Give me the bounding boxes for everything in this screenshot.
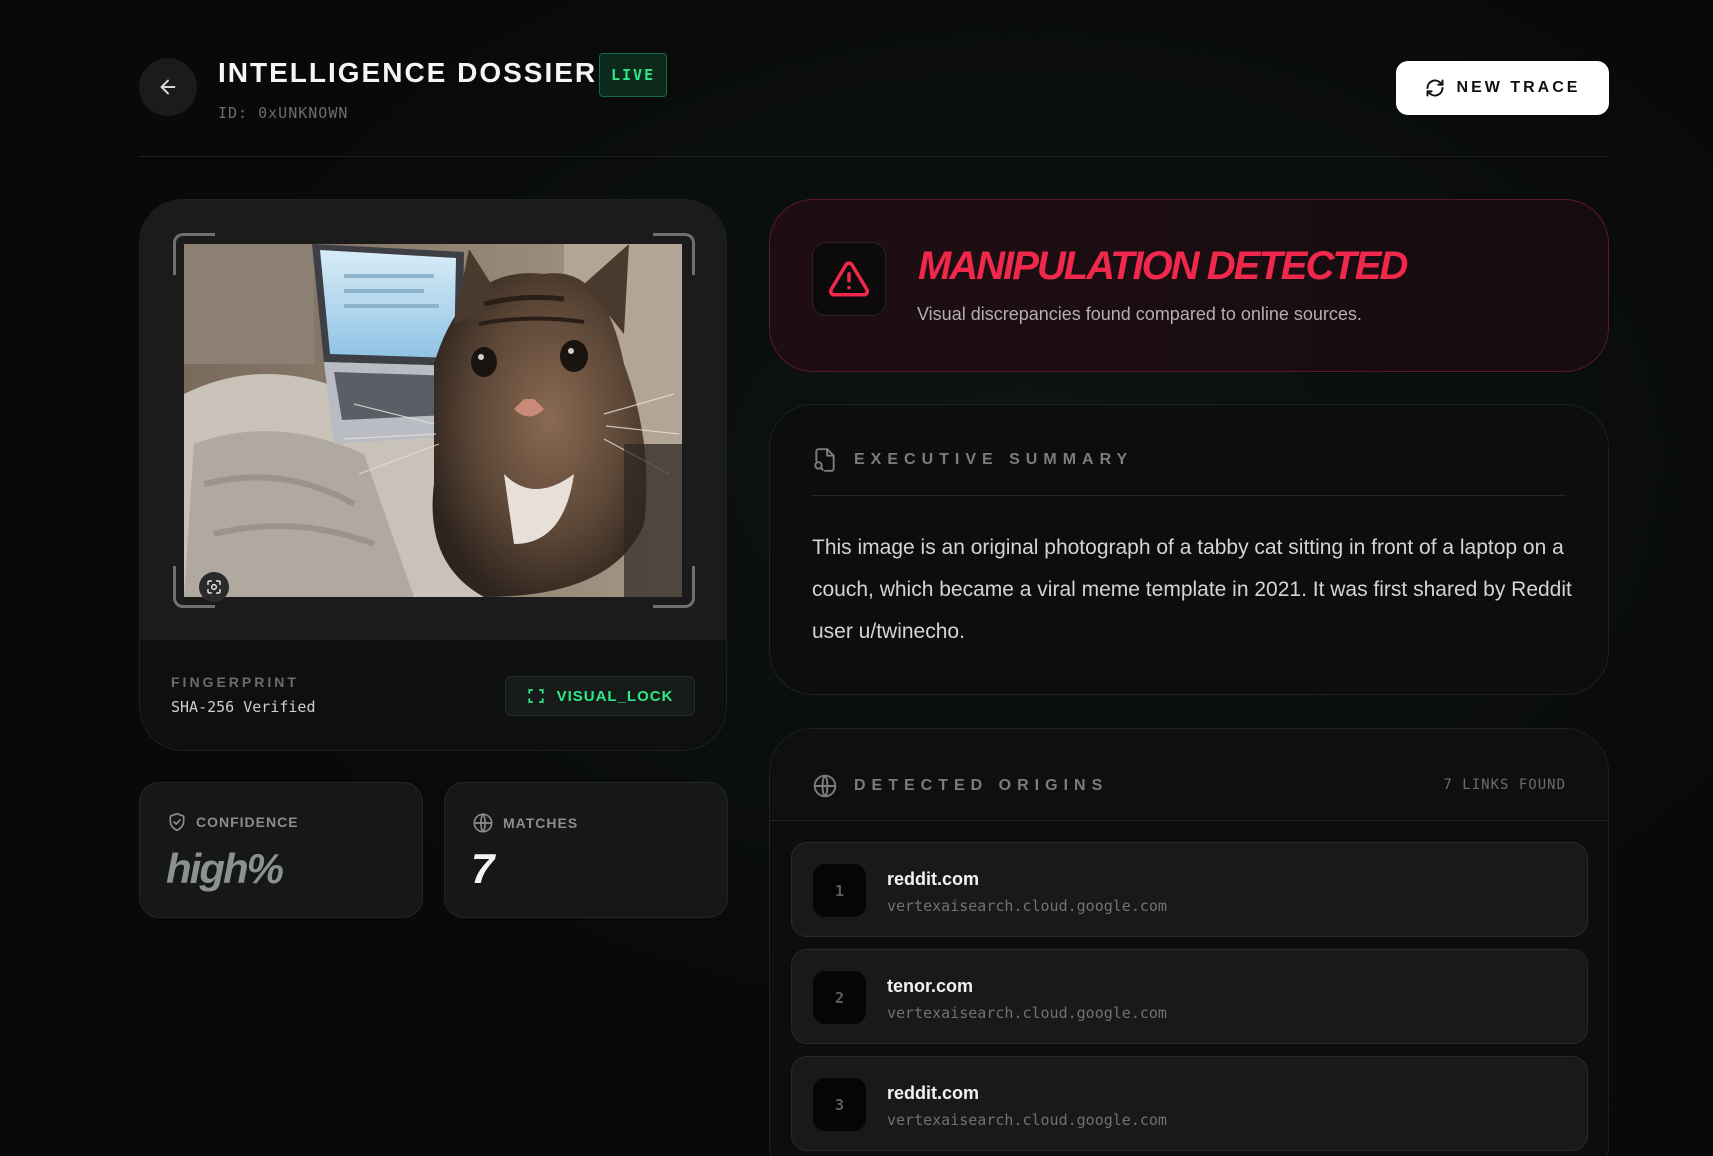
matches-header: MATCHES (472, 812, 578, 834)
origin-list-item[interactable]: 2 tenor.com vertexaisearch.cloud.google.… (791, 949, 1588, 1044)
matches-card: MATCHES 7 (444, 782, 728, 918)
frame-corner-top-left (173, 233, 215, 275)
summary-text: This image is an original photograph of … (812, 536, 1572, 643)
globe-icon (813, 774, 837, 798)
scan-frame (173, 233, 695, 608)
warning-triangle-icon (828, 261, 870, 297)
visual-lock-label: VISUAL_LOCK (556, 687, 674, 705)
matches-label: MATCHES (503, 815, 579, 831)
executive-summary-card: EXECUTIVE SUMMARY This image is an origi… (769, 404, 1609, 695)
analyzed-photo[interactable] (184, 244, 682, 597)
fingerprint-value: SHA-256 Verified (171, 698, 316, 716)
origin-list-item[interactable]: 1 reddit.com vertexaisearch.cloud.google… (791, 842, 1588, 937)
frame-corner-bottom-right (653, 566, 695, 608)
manipulation-alert-card: MANIPULATION DETECTED Visual discrepanci… (769, 199, 1609, 372)
scan-frame-icon (527, 689, 544, 703)
image-evidence-card: FINGERPRINT SHA-256 Verified VISUAL_LOCK (139, 199, 727, 751)
image-viewer (140, 200, 726, 640)
origin-index: 1 (813, 864, 866, 917)
shield-check-icon (169, 812, 185, 832)
confidence-label: CONFIDENCE (196, 814, 299, 830)
links-found-count: 7 LINKS FOUND (1443, 777, 1566, 793)
origins-heading: DETECTED ORIGINS (854, 777, 1109, 794)
origin-domain: tenor.com (887, 976, 974, 996)
camera-scan-icon (207, 580, 221, 594)
origin-source: vertexaisearch.cloud.google.com (887, 1111, 1167, 1129)
origin-list-item[interactable]: 3 reddit.com vertexaisearch.cloud.google… (791, 1056, 1588, 1151)
summary-divider (812, 495, 1566, 496)
live-status-badge: LIVE (599, 53, 668, 97)
confidence-card: CONFIDENCE high% (139, 782, 423, 918)
origin-source: vertexaisearch.cloud.google.com (887, 897, 1167, 915)
frame-corner-top-right (653, 233, 695, 275)
detected-origins-card: DETECTED ORIGINS 7 LINKS FOUND 1 reddit.… (769, 728, 1609, 1156)
alert-icon-box (812, 242, 886, 316)
new-trace-button[interactable]: NEW TRACE (1396, 61, 1609, 115)
image-scan-button[interactable] (199, 572, 229, 602)
globe-icon (473, 813, 493, 833)
origin-source: vertexaisearch.cloud.google.com (887, 1004, 1167, 1022)
confidence-header: CONFIDENCE (167, 812, 299, 832)
page-title: INTELLIGENCE DOSSIER (218, 57, 598, 88)
visual-lock-badge[interactable]: VISUAL_LOCK (505, 676, 695, 716)
arrow-left-icon (160, 79, 176, 95)
origins-header: DETECTED ORIGINS (812, 773, 1108, 799)
confidence-value: high% (166, 845, 284, 892)
origin-domain: reddit.com (887, 869, 980, 889)
summary-heading: EXECUTIVE SUMMARY (854, 451, 1134, 468)
cat-photo-illustration (184, 244, 682, 597)
refresh-icon (1426, 79, 1444, 97)
new-trace-label: NEW TRACE (1456, 79, 1581, 96)
document-search-icon (814, 448, 835, 472)
alert-message: Visual discrepancies found compared to o… (917, 304, 1362, 324)
origin-index: 3 (813, 1078, 866, 1131)
matches-value: 7 (471, 845, 494, 892)
fingerprint-label: FINGERPRINT (171, 674, 299, 690)
document-id: ID: 0xUNKNOWN (218, 104, 349, 122)
dossier-page: INTELLIGENCE DOSSIER LIVE ID: 0xUNKNOWN … (139, 0, 1609, 1156)
alert-title: MANIPULATION DETECTED (918, 244, 1408, 288)
back-button[interactable] (139, 58, 197, 116)
summary-header: EXECUTIVE SUMMARY (812, 447, 1133, 473)
origin-domain: reddit.com (887, 1083, 980, 1103)
page-header: INTELLIGENCE DOSSIER LIVE ID: 0xUNKNOWN … (139, 52, 1609, 157)
origin-index: 2 (813, 971, 866, 1024)
